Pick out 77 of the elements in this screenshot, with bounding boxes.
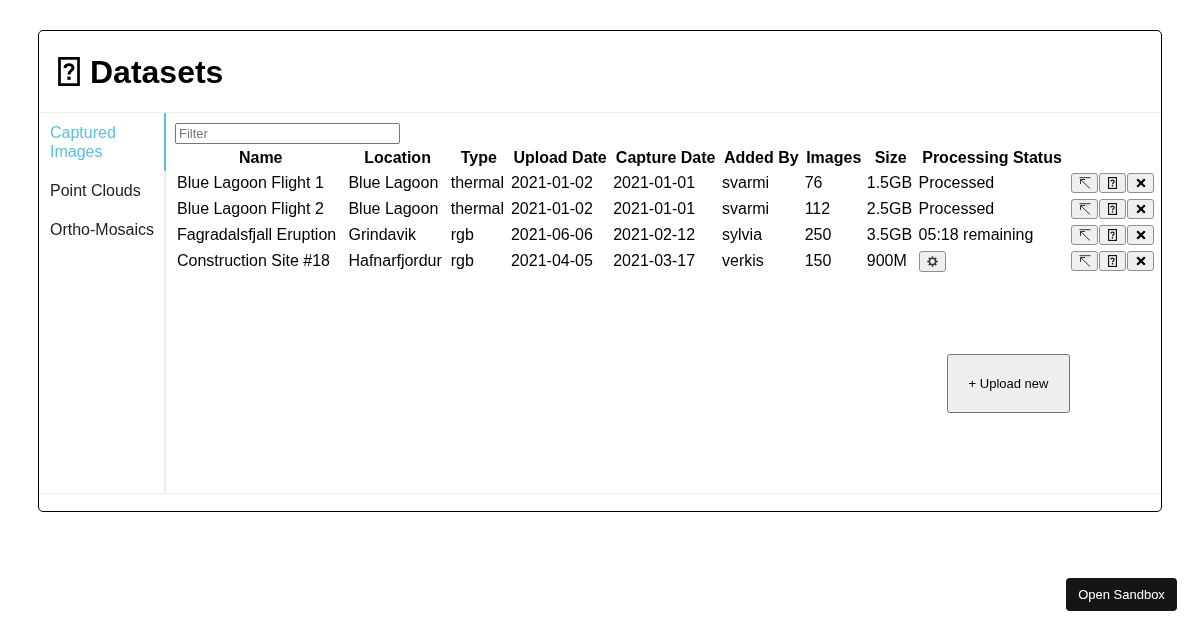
table-cell-text: 2021-01-01 [612, 173, 697, 193]
table-cell-text: thermal [449, 173, 506, 193]
delete-button[interactable] [1127, 251, 1155, 271]
open-sandbox-button[interactable]: Open Sandbox [1066, 578, 1177, 611]
column-header: Name [237, 148, 284, 168]
sidebar-item[interactable]: Ortho-Mosaics [39, 210, 166, 249]
question-box-icon [58, 57, 80, 86]
delete-button[interactable] [1127, 225, 1155, 245]
column-header: Size [873, 148, 908, 168]
table-cell-text: 2021-01-01 [612, 199, 697, 219]
status-cell-text: Processed [917, 173, 996, 193]
sidebar-item[interactable]: Point Clouds [39, 171, 166, 210]
table-cell-text: 2021-01-02 [509, 173, 594, 193]
column-header: Type [459, 148, 498, 168]
question-box-icon [1108, 229, 1118, 241]
table-cell-text: 250 [803, 225, 833, 245]
help-button[interactable] [1099, 225, 1127, 245]
table-cell-text: 2021-04-05 [509, 251, 594, 271]
table-cell-text: 900M [865, 251, 908, 271]
gear-icon [926, 255, 938, 267]
status-cell-text: Processed [917, 199, 996, 219]
table-cell-text: svarmi [721, 199, 771, 219]
upload-button[interactable]: + Upload new [947, 354, 1070, 413]
column-header: Capture Date [614, 148, 717, 168]
arrow-up-left-icon [1078, 203, 1091, 215]
table-cell-text: 150 [803, 251, 833, 271]
open-button[interactable] [1071, 173, 1099, 193]
table-cell-text: Blue Lagoon [347, 173, 440, 193]
filter-field[interactable]: Filter [175, 123, 400, 144]
column-header: Processing Status [921, 148, 1063, 168]
close-icon [1135, 230, 1146, 240]
table-cell-text: 112 [803, 199, 832, 219]
table-cell-text: 2021-06-06 [509, 225, 594, 245]
open-button[interactable] [1071, 251, 1099, 271]
column-header: Images [805, 148, 863, 168]
table-cell-text: 3.5GB [865, 225, 914, 245]
delete-button[interactable] [1127, 173, 1155, 193]
table-cell-text: Blue Lagoon [347, 199, 440, 219]
delete-button[interactable] [1127, 199, 1155, 219]
help-button[interactable] [1099, 199, 1127, 219]
close-icon [1135, 178, 1146, 188]
table-cell-text: svarmi [721, 173, 771, 193]
arrow-up-left-icon [1078, 229, 1091, 241]
table-cell-text: thermal [449, 199, 506, 219]
help-button[interactable] [1099, 251, 1127, 271]
arrow-up-left-icon [1078, 177, 1091, 189]
open-button[interactable] [1071, 199, 1099, 219]
table-cell-text: Blue Lagoon Flight 1 [176, 173, 325, 193]
question-box-icon [1108, 255, 1118, 267]
help-button[interactable] [1099, 173, 1127, 193]
table-cell-text: 2.5GB [865, 199, 914, 219]
column-header: Upload Date [512, 148, 608, 168]
table-cell-text: 2021-03-17 [612, 251, 697, 271]
question-box-icon [1108, 177, 1118, 189]
table-cell-text: 2021-01-02 [509, 199, 594, 219]
table-cell-text: Construction Site #18 [176, 251, 331, 271]
table-cell-text: 2021-02-12 [612, 225, 697, 245]
table-cell-text: Blue Lagoon Flight 2 [176, 199, 325, 219]
table-cell-text: Hafnarfjordur [347, 251, 443, 271]
column-header: Location [363, 148, 432, 168]
table-cell-text: 1.5GB [865, 173, 914, 193]
table-cell-text: sylvia [721, 225, 764, 245]
table-cell-text: verkis [721, 251, 765, 271]
status-cell-text: 05:18 remaining [917, 225, 1035, 245]
page-title: Datasets [90, 53, 224, 90]
table-cell-text: 76 [803, 173, 824, 193]
table-cell-text: rgb [449, 251, 475, 271]
open-button[interactable] [1071, 225, 1099, 245]
settings-button[interactable] [918, 250, 946, 272]
arrow-up-left-icon [1078, 255, 1091, 267]
table-cell-text: Grindavik [347, 225, 417, 245]
column-header: Added By [723, 148, 800, 168]
table-cell-text: rgb [449, 225, 475, 245]
close-icon [1135, 256, 1146, 266]
question-box-icon [1108, 203, 1118, 215]
table-cell-text: Fagradalsfjall Eruption [176, 225, 338, 245]
close-icon [1135, 204, 1146, 214]
